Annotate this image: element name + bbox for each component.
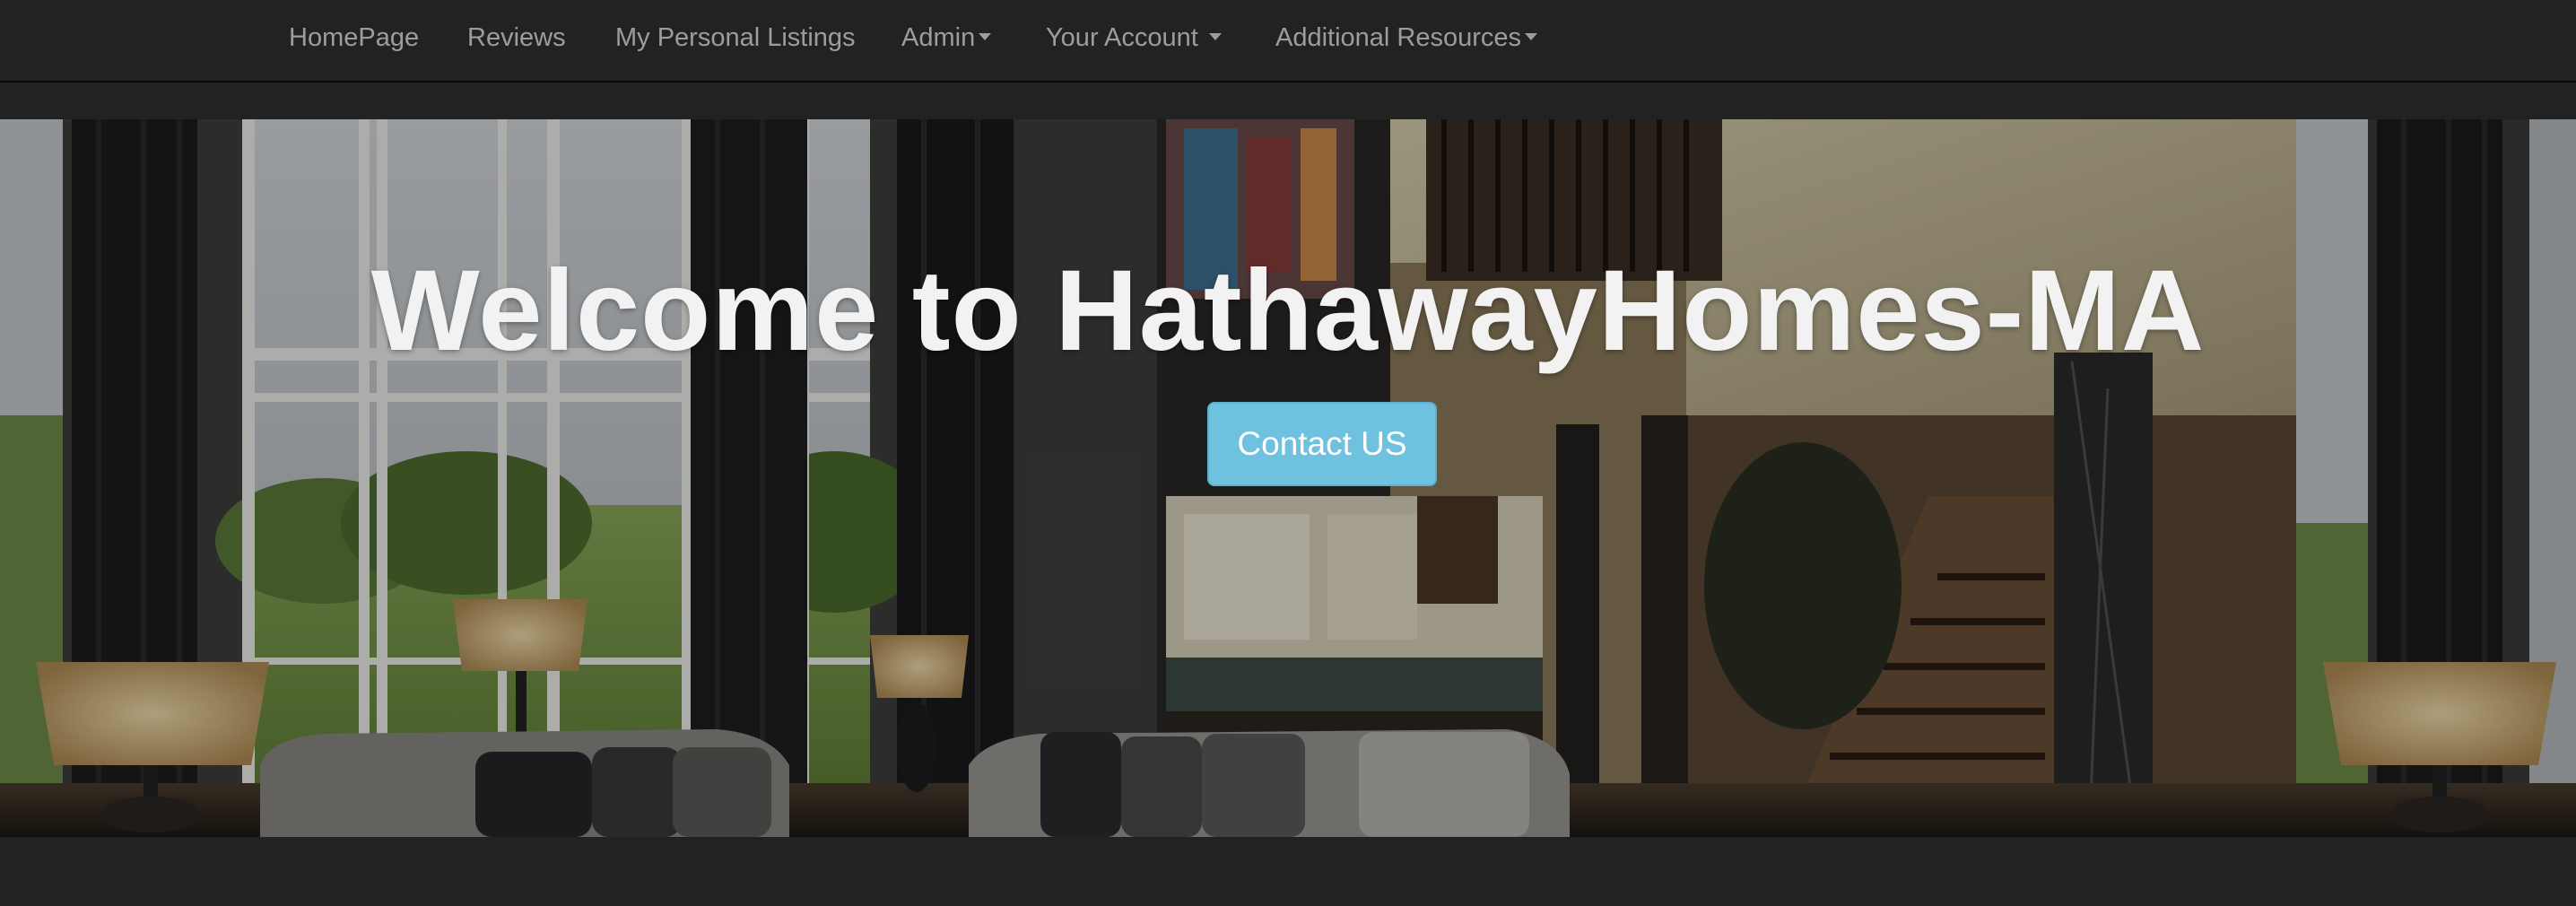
nav-item-additional-resources-dropdown[interactable]: Additional Resources <box>1275 0 1538 75</box>
nav-item-label: HomePage <box>289 23 420 52</box>
nav-item-label: Admin <box>901 23 976 52</box>
nav-item-admin-dropdown[interactable]: Admin <box>901 0 992 75</box>
nav-item-label: Your Account <box>1046 23 1198 52</box>
hero-title: Welcome to HathawayHomes-MA <box>370 247 2206 375</box>
caret-down-icon <box>979 33 992 41</box>
top-navbar: HomePage Reviews My Personal Listings Ad… <box>0 0 2576 83</box>
contact-us-button[interactable]: Contact US <box>1207 402 1437 486</box>
nav-item-reviews[interactable]: Reviews <box>467 0 566 75</box>
nav-item-label: Additional Resources <box>1275 23 1522 52</box>
nav-item-label: My Personal Listings <box>615 23 856 52</box>
nav-item-label: Reviews <box>467 23 566 52</box>
nav-item-your-account-dropdown[interactable]: Your Account <box>1046 0 1222 75</box>
nav-item-my-personal-listings[interactable]: My Personal Listings <box>615 0 856 75</box>
caret-down-icon <box>1208 33 1222 41</box>
nav-item-homepage[interactable]: HomePage <box>289 0 419 75</box>
caret-down-icon <box>1525 33 1538 41</box>
hero-banner: Welcome to HathawayHomes-MA Contact US <box>0 119 2576 837</box>
